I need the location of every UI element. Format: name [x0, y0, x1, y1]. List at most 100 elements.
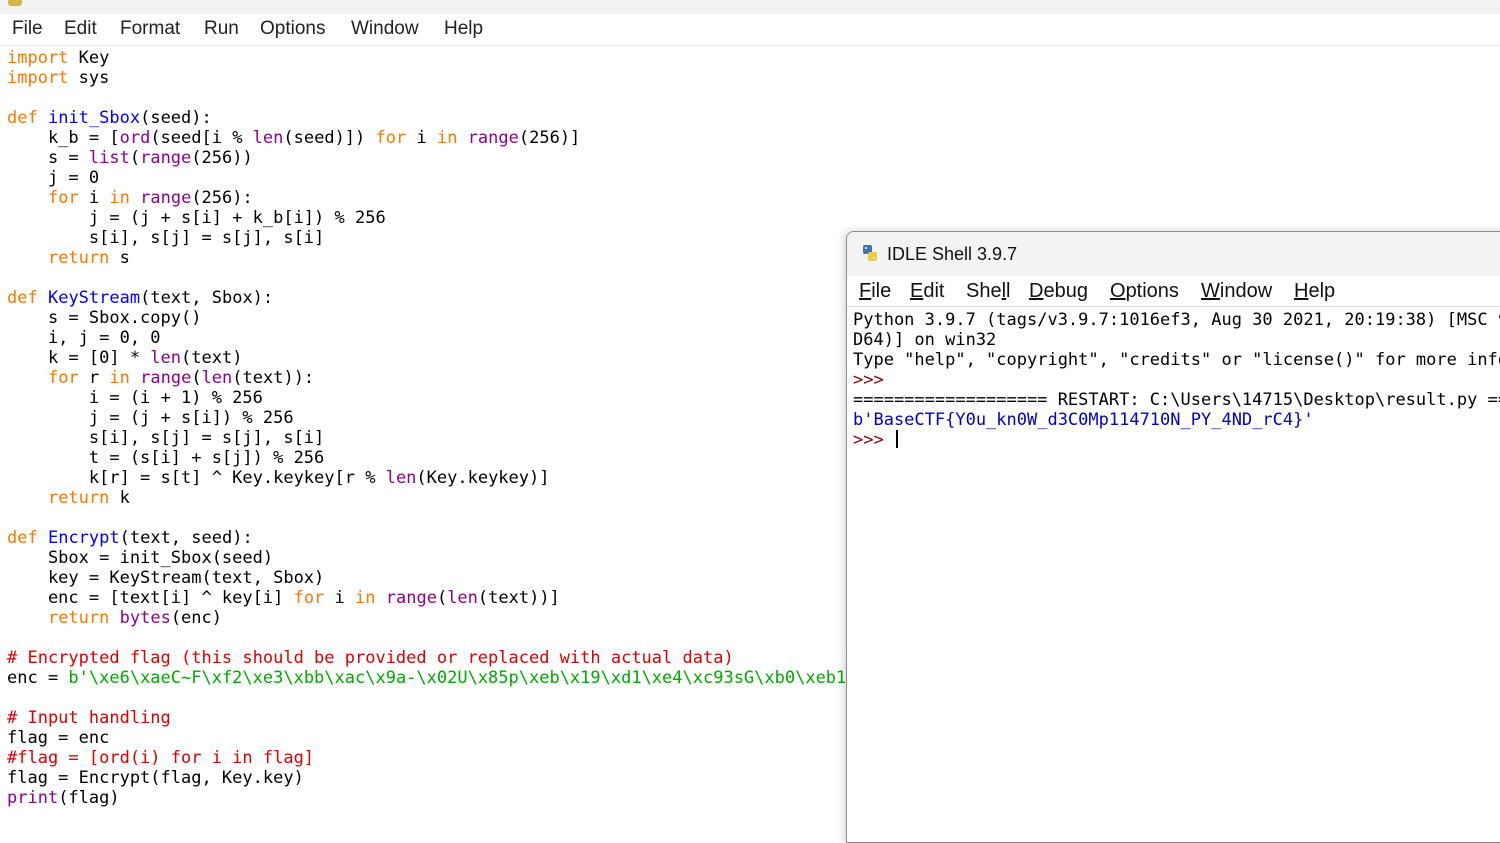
code-token: in: [109, 368, 130, 388]
code-token: (256)]: [518, 128, 581, 148]
code-token: return: [47, 488, 110, 508]
shell-line: Python 3.9.7 (tags/v3.9.7:1016ef3, Aug 3…: [853, 310, 1500, 330]
shell-menu-help[interactable]: Help: [1294, 280, 1335, 303]
code-token: sys: [68, 68, 110, 88]
code-token: enc = [text[i] ^ key[i]: [7, 588, 294, 608]
code-token: j = 0: [7, 168, 100, 188]
code-token: s: [109, 248, 130, 268]
code-token: for: [47, 368, 79, 388]
shell-menu-window[interactable]: Window: [1201, 280, 1272, 303]
menu-run[interactable]: Run: [204, 18, 239, 40]
code-token: range: [140, 368, 192, 388]
code-token: def: [7, 288, 38, 308]
code-line: # Encrypted flag (this should be provide…: [7, 648, 734, 668]
menu-edit[interactable]: Edit: [64, 18, 97, 40]
code-token: (Key.keykey)]: [416, 468, 550, 488]
code-token: KeyStream: [47, 288, 141, 308]
code-token: len: [150, 348, 182, 368]
code-token: (enc): [170, 608, 222, 628]
shell-menu-options[interactable]: Options: [1110, 280, 1179, 303]
shell-text: Python 3.9.7 (tags/v3.9.7:1016ef3, Aug 3…: [853, 310, 1500, 330]
code-line: # Input handling: [7, 708, 171, 728]
code-line: for r in range(len(text)):: [7, 368, 314, 388]
code-token: (256):: [191, 188, 253, 208]
code-line: s = Sbox.copy(): [7, 308, 202, 328]
code-token: range: [140, 188, 192, 208]
shell-menu-file[interactable]: File: [859, 280, 891, 303]
code-line: enc = [text[i] ^ key[i] for i in range(l…: [7, 588, 560, 608]
menu-format[interactable]: Format: [120, 18, 180, 40]
idle-shell-window[interactable]: IDLE Shell 3.9.7 File Edit Shell Debug O…: [846, 231, 1500, 843]
code-token: k = [0] *: [7, 348, 151, 368]
code-token: range: [467, 128, 519, 148]
code-line: j = (j + s[i]) % 256: [7, 408, 294, 428]
code-line: import Key: [7, 48, 109, 68]
code-token: for: [375, 128, 407, 148]
code-token: len: [252, 128, 284, 148]
menu-file[interactable]: File: [12, 18, 43, 40]
code-token: ord: [119, 128, 151, 148]
code-line: i = (i + 1) % 256: [7, 388, 263, 408]
code-line: flag = Encrypt(flag, Key.key): [7, 768, 304, 788]
code-token: range: [140, 148, 192, 168]
code-token: j = (j + s[i]) % 256: [7, 408, 294, 428]
shell-line: >>>: [853, 370, 894, 390]
code-token: (seed[i %: [150, 128, 253, 148]
shell-title-bar[interactable]: IDLE Shell 3.9.7: [847, 232, 1500, 276]
shell-line: b'BaseCTF{Y0u_kn0W_d3C0Mp114710N_PY_4ND_…: [853, 410, 1314, 430]
code-line: j = (j + s[i] + k_b[i]) % 256: [7, 208, 386, 228]
shell-menubar: File Edit Shell Debug Options Window Hel…: [847, 276, 1500, 307]
shell-output[interactable]: Python 3.9.7 (tags/v3.9.7:1016ef3, Aug 3…: [853, 310, 1500, 830]
code-token: flag = Encrypt(flag, Key.key): [7, 768, 304, 788]
code-line: def KeyStream(text, Sbox):: [7, 288, 273, 308]
code-line: t = (s[i] + s[j]) % 256: [7, 448, 324, 468]
shell-menu-debug[interactable]: Debug: [1029, 280, 1088, 303]
shell-line: >>>: [853, 430, 898, 450]
shell-line: Type "help", "copyright", "credits" or "…: [853, 350, 1500, 370]
code-token: s = Sbox.copy(): [7, 308, 202, 328]
code-token: k: [109, 488, 130, 508]
python-icon: [863, 245, 877, 261]
code-token: Key: [68, 48, 110, 68]
code-line: for i in range(256):: [7, 188, 253, 208]
code-token: (: [129, 148, 141, 168]
code-token: range: [385, 588, 437, 608]
code-line: k = [0] * len(text): [7, 348, 243, 368]
shell-menu-edit[interactable]: Edit: [910, 280, 944, 303]
code-token: list: [88, 148, 130, 168]
code-line: import sys: [7, 68, 109, 88]
code-token: in: [436, 128, 458, 148]
code-token: import: [7, 48, 69, 68]
menu-window[interactable]: Window: [351, 18, 419, 40]
shell-menu-shell[interactable]: Shell: [966, 280, 1011, 303]
code-token: in: [109, 188, 130, 208]
shell-text: =================== RESTART: C:\Users\14…: [853, 390, 1500, 410]
menu-help[interactable]: Help: [444, 18, 483, 40]
code-line: return bytes(enc): [7, 608, 222, 628]
editor-title-bar: [0, 0, 1500, 14]
code-token: i = (i + 1) % 256: [7, 388, 263, 408]
shell-text: D64)] on win32: [853, 330, 997, 350]
shell-text: Type "help", "copyright", "credits" or "…: [853, 350, 1500, 370]
code-token: (: [436, 588, 448, 608]
code-token: (: [191, 368, 202, 388]
menu-options[interactable]: Options: [260, 18, 325, 40]
code-token: len: [385, 468, 417, 488]
code-token: enc =: [7, 668, 69, 688]
code-token: k[r] = s[t] ^ Key.keykey[r %: [7, 468, 386, 488]
code-token: in: [355, 588, 376, 608]
code-token: s[i], s[j] = s[j], s[i]: [7, 428, 325, 448]
code-token: (seed)]): [283, 128, 376, 148]
code-token: t = (s[i] + s[j]) % 256: [7, 448, 325, 468]
code-token: (text)):: [232, 368, 315, 388]
